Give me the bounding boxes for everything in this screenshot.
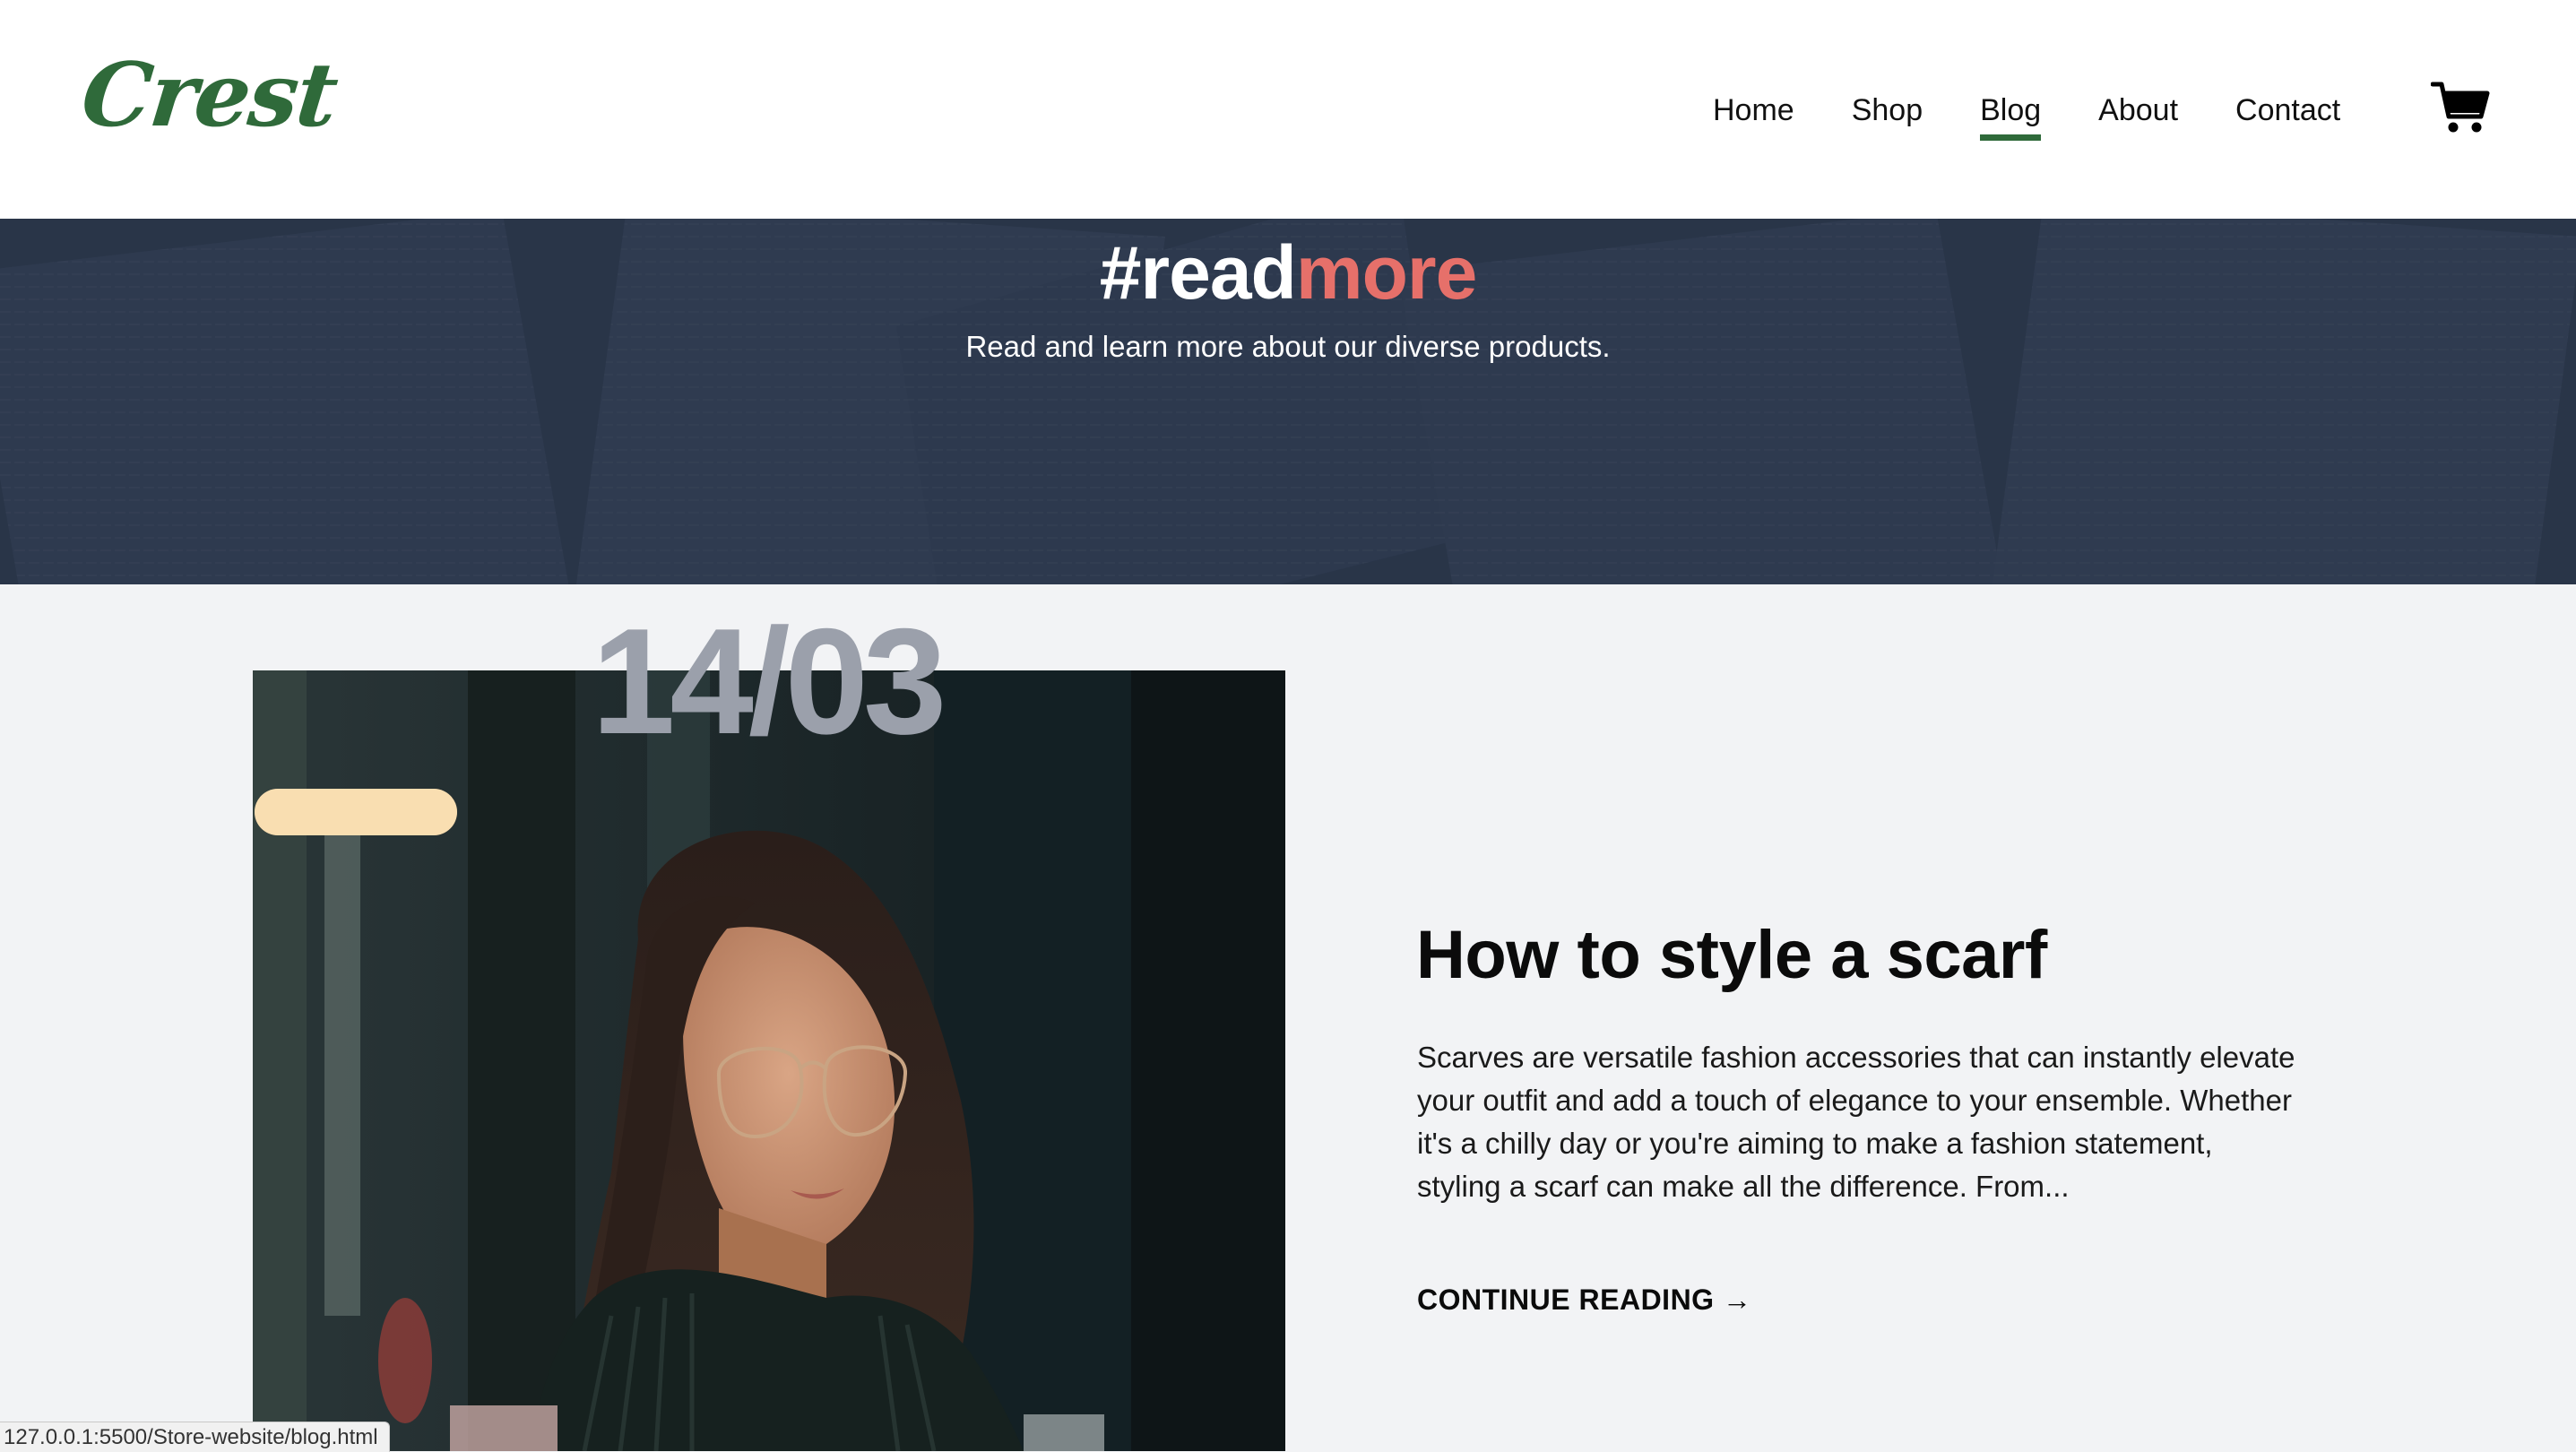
continue-reading-link[interactable]: CONTINUE READING → [1417, 1283, 1751, 1317]
hero-title-prefix: #read [1099, 230, 1297, 315]
post-photo-woman-scarf [253, 670, 1285, 1451]
status-bar-url: 127.0.0.1:5500/Store-website/blog.html [0, 1422, 390, 1452]
cart-icon[interactable] [2430, 79, 2490, 138]
nav-contact[interactable]: Contact [2235, 88, 2340, 133]
hero-subtitle: Read and learn more about our diverse pr… [965, 330, 1611, 363]
post-title[interactable]: How to style a scarf [1416, 918, 2047, 993]
hero-banner: #readmore Read and learn more about our … [0, 219, 2576, 584]
site-header: Crest Home Shop Blog About Contact [0, 0, 2576, 219]
nav-shop[interactable]: Shop [1852, 88, 1923, 133]
post-excerpt: Scarves are versatile fashion accessorie… [1417, 1041, 2295, 1203]
post-date: 14/03 [592, 597, 947, 765]
logo[interactable]: Crest [77, 44, 341, 147]
hero-title-accent: more [1295, 230, 1477, 315]
hero-title: #readmore [0, 231, 2576, 314]
main-nav: Home Shop Blog About Contact [1713, 88, 2340, 141]
nav-blog[interactable]: Blog [1980, 88, 2042, 141]
post-image[interactable] [253, 670, 1285, 1451]
nav-about[interactable]: About [2098, 88, 2178, 133]
nav-home[interactable]: Home [1713, 88, 1794, 133]
